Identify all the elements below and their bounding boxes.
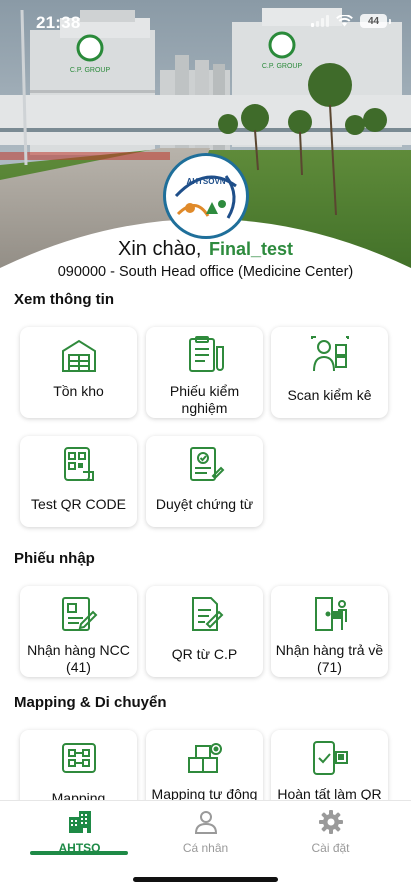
tile-return-goods[interactable]: Nhận hàng trả về (71)	[271, 586, 388, 677]
tile-label: Duyệt chứng từ	[155, 496, 254, 512]
tab-label: Cài đặt	[311, 841, 350, 855]
tile-label: Phiếu kiểm nghiệm	[169, 383, 240, 416]
gear-icon	[318, 810, 343, 834]
ahtso-logo-icon: AHTSOVN	[174, 175, 237, 219]
tile-qr-from-cp[interactable]: QR từ C.P	[146, 586, 263, 677]
tile-label: QR từ C.P	[171, 646, 238, 662]
logo-text: AHTSOVN	[186, 177, 225, 186]
tile-approve-document[interactable]: Duyệt chứng từ	[146, 436, 263, 527]
qr-code-icon	[59, 444, 99, 484]
complete-qr-icon	[310, 738, 350, 778]
auto-mapping-icon	[185, 738, 225, 778]
tile-test-qr-code[interactable]: Test QR CODE	[20, 436, 137, 527]
section-title-receipt: Phiếu nhập	[14, 550, 95, 567]
building-icon	[68, 811, 91, 833]
tile-inventory-scan[interactable]: Scan kiểm kê	[271, 327, 388, 418]
tab-ahtso[interactable]: AHTSO	[11, 809, 148, 855]
status-bar: 21:38 44	[0, 0, 411, 44]
status-time: 21:38	[36, 13, 81, 32]
status-icons: 44	[311, 14, 391, 28]
approve-document-icon	[185, 444, 225, 484]
wifi-icon	[336, 15, 353, 27]
mapping-icon	[59, 738, 99, 778]
svg-text:C.P. GROUP: C.P. GROUP	[262, 63, 303, 70]
tile-test-report[interactable]: Phiếu kiểm nghiệm	[146, 327, 263, 418]
tab-profile[interactable]: Cá nhân	[137, 809, 274, 855]
greeting-line: Xin chào, Final_test	[0, 238, 411, 261]
supplier-receipt-icon	[59, 594, 99, 634]
return-goods-icon	[310, 594, 350, 634]
greeting-block: Xin chào, Final_test 090000 - South Head…	[0, 238, 411, 280]
qr-from-cp-icon	[185, 594, 225, 634]
svg-text:C.P. GROUP: C.P. GROUP	[70, 67, 111, 74]
warehouse-icon	[59, 335, 99, 375]
tile-label: Scan kiểm kê	[287, 387, 372, 403]
tile-inventory[interactable]: Tồn kho	[20, 327, 137, 418]
home-indicator[interactable]	[133, 877, 278, 882]
cellular-signal-icon	[311, 15, 329, 27]
tile-supplier-receipt[interactable]: Nhận hàng NCC (41)	[20, 586, 137, 677]
branch-name: 090000 - South Head office (Medicine Cen…	[57, 264, 354, 280]
tab-settings[interactable]: Cài đặt	[262, 809, 399, 855]
username: Final_test	[208, 239, 293, 259]
section-title-view-info: Xem thông tin	[14, 291, 114, 308]
test-report-icon	[185, 335, 225, 375]
active-tab-indicator	[30, 851, 128, 855]
battery-tip	[389, 18, 391, 24]
battery-icon: 44	[360, 14, 387, 28]
greeting-prefix: Xin chào,	[118, 238, 202, 260]
ahtso-logo: AHTSOVN	[163, 153, 249, 239]
tile-label: Tồn kho	[53, 383, 104, 399]
tile-label: Nhận hàng NCC (41)	[27, 642, 130, 675]
person-icon	[194, 811, 217, 834]
tile-label: Nhận hàng trả về (71)	[275, 642, 384, 675]
inventory-scan-icon	[310, 335, 350, 375]
section-title-mapping: Mapping & Di chuyển	[14, 694, 167, 711]
tile-label: Test QR CODE	[31, 496, 126, 512]
tab-label: Cá nhân	[182, 841, 229, 855]
